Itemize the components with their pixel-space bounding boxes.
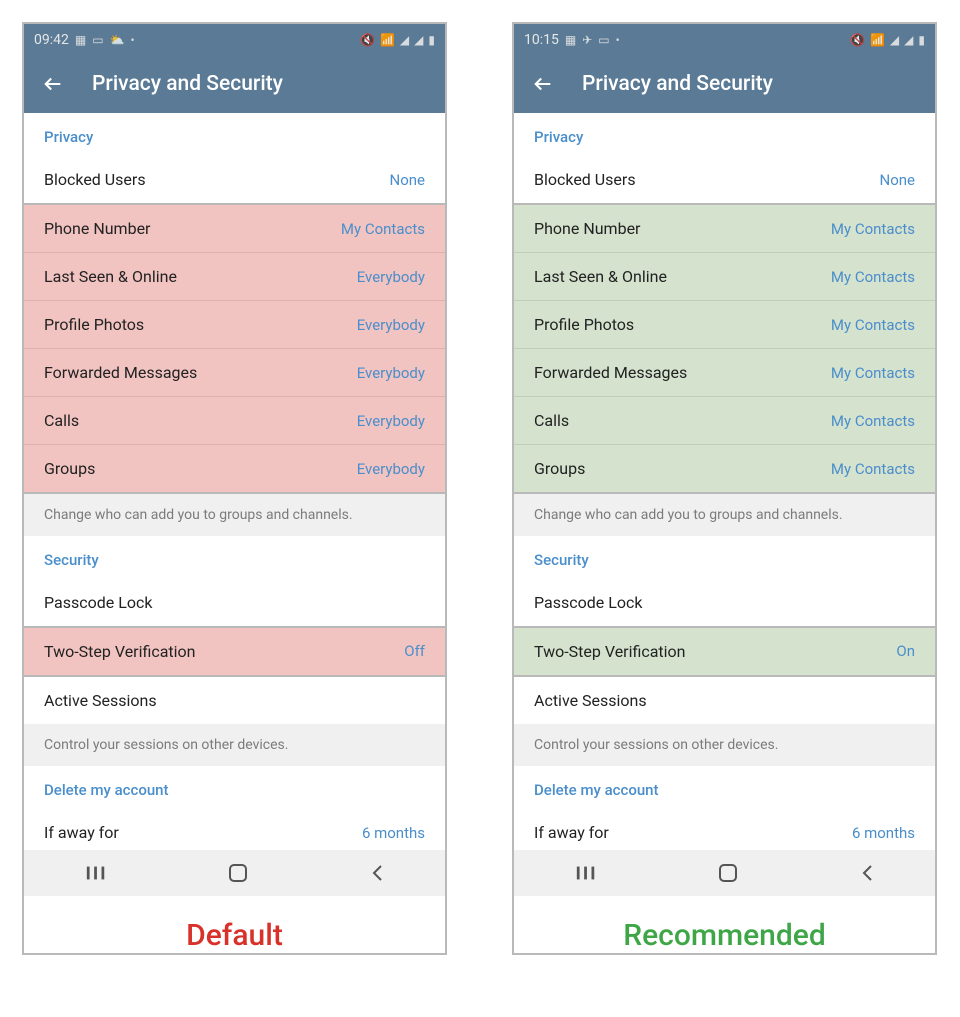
twostep-row[interactable]: Two-Step Verification On: [514, 626, 935, 677]
twostep-row[interactable]: Two-Step Verification Off: [24, 626, 445, 677]
security-note: Control your sessions on other devices.: [514, 724, 935, 766]
privacy-highlight-recommended: Phone Number My Contacts Last Seen & Onl…: [514, 203, 935, 494]
groups-row[interactable]: Groups Everybody: [24, 445, 445, 492]
page-title: Privacy and Security: [92, 72, 283, 96]
send-icon: ✈: [582, 33, 592, 47]
home-button[interactable]: [228, 863, 248, 883]
battery-icon: ▮: [428, 33, 435, 47]
blocked-label: Blocked Users: [44, 170, 146, 189]
phone-default: 09:42 ▦ ▭ ⛅ • 🔇 📶 ◢ ◢ ▮ Privacy and Secu…: [22, 22, 447, 955]
android-nav: [514, 850, 935, 896]
if-away-row[interactable]: If away for 6 months: [24, 809, 445, 850]
if-away-row[interactable]: If away for 6 months: [514, 809, 935, 850]
wifi-icon: 📶: [870, 33, 885, 47]
passcode-row[interactable]: Passcode Lock: [24, 579, 445, 626]
privacy-highlight-default: Phone Number My Contacts Last Seen & Onl…: [24, 203, 445, 494]
status-bar: 10:15 ▦ ✈ ▭ • 🔇 📶 ◢ ◢ ▮: [514, 24, 935, 55]
status-bar: 09:42 ▦ ▭ ⛅ • 🔇 📶 ◢ ◢ ▮: [24, 24, 445, 55]
nav-back-button[interactable]: [859, 863, 875, 883]
page-title: Privacy and Security: [582, 72, 773, 96]
back-icon[interactable]: [42, 73, 64, 95]
dot-icon: •: [131, 33, 135, 47]
active-sessions-row[interactable]: Active Sessions: [514, 677, 935, 724]
app-header: Privacy and Security: [514, 55, 935, 113]
privacy-note: Change who can add you to groups and cha…: [514, 494, 935, 536]
security-header: Security: [24, 536, 445, 579]
blocked-users-row[interactable]: Blocked Users None: [514, 156, 935, 203]
wifi-icon: 📶: [380, 33, 395, 47]
screenshot-icon: ▦: [565, 33, 576, 47]
security-header: Security: [514, 536, 935, 579]
screenshot-icon: ▦: [75, 33, 86, 47]
status-time: 10:15: [524, 32, 559, 48]
signal2-icon: ◢: [414, 33, 423, 47]
recents-button[interactable]: [85, 864, 107, 882]
calls-row[interactable]: Calls Everybody: [24, 397, 445, 445]
mute-icon: 🔇: [360, 33, 375, 47]
app-header: Privacy and Security: [24, 55, 445, 113]
forwarded-row[interactable]: Forwarded Messages My Contacts: [514, 349, 935, 397]
caption-recommended: Recommended: [514, 896, 935, 953]
profile-photos-row[interactable]: Profile Photos Everybody: [24, 301, 445, 349]
calls-row[interactable]: Calls My Contacts: [514, 397, 935, 445]
delete-header: Delete my account: [514, 766, 935, 809]
profile-photos-row[interactable]: Profile Photos My Contacts: [514, 301, 935, 349]
privacy-header: Privacy: [514, 113, 935, 156]
signal2-icon: ◢: [904, 33, 913, 47]
privacy-header: Privacy: [24, 113, 445, 156]
phone-number-row[interactable]: Phone Number My Contacts: [514, 205, 935, 253]
back-icon[interactable]: [532, 73, 554, 95]
phone-number-row[interactable]: Phone Number My Contacts: [24, 205, 445, 253]
nav-back-button[interactable]: [369, 863, 385, 883]
security-note: Control your sessions on other devices.: [24, 724, 445, 766]
battery-icon: ▮: [918, 33, 925, 47]
dot-icon: •: [616, 33, 620, 47]
android-nav: [24, 850, 445, 896]
signal-icon: ◢: [400, 33, 409, 47]
weather-icon: ⛅: [110, 33, 125, 47]
last-seen-row[interactable]: Last Seen & Online My Contacts: [514, 253, 935, 301]
active-sessions-row[interactable]: Active Sessions: [24, 677, 445, 724]
phone-recommended: 10:15 ▦ ✈ ▭ • 🔇 📶 ◢ ◢ ▮ Privacy and Secu…: [512, 22, 937, 955]
mute-icon: 🔇: [850, 33, 865, 47]
home-button[interactable]: [718, 863, 738, 883]
status-time: 09:42: [34, 32, 69, 48]
blocked-users-row[interactable]: Blocked Users None: [24, 156, 445, 203]
passcode-row[interactable]: Passcode Lock: [514, 579, 935, 626]
delete-header: Delete my account: [24, 766, 445, 809]
signal-icon: ◢: [890, 33, 899, 47]
recents-button[interactable]: [575, 864, 597, 882]
privacy-note: Change who can add you to groups and cha…: [24, 494, 445, 536]
blocked-value: None: [390, 171, 426, 189]
calendar-icon: ▭: [598, 33, 609, 47]
caption-default: Default: [24, 896, 445, 953]
groups-row[interactable]: Groups My Contacts: [514, 445, 935, 492]
forwarded-row[interactable]: Forwarded Messages Everybody: [24, 349, 445, 397]
calendar-icon: ▭: [92, 33, 103, 47]
last-seen-row[interactable]: Last Seen & Online Everybody: [24, 253, 445, 301]
